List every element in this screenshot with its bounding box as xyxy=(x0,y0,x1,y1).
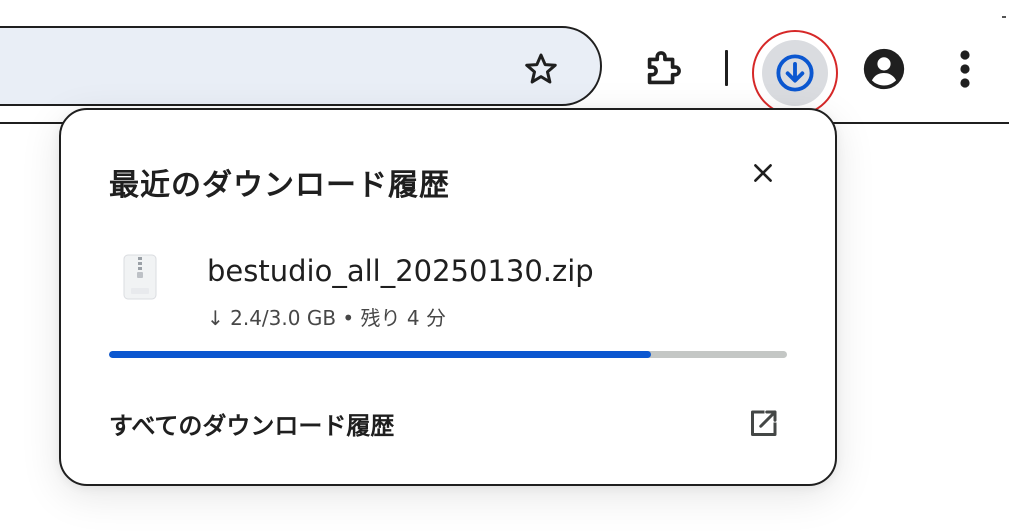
download-status: ↓ 2.4/3.0 GB • 残り 4 分 xyxy=(207,306,446,330)
close-icon xyxy=(754,164,772,182)
all-downloads-link[interactable]: すべてのダウンロード履歴 xyxy=(109,406,394,441)
downloads-button[interactable] xyxy=(752,30,838,116)
downloads-button-background xyxy=(762,40,828,106)
close-button[interactable] xyxy=(745,155,781,191)
star-icon[interactable] xyxy=(522,50,560,88)
download-progress-fill xyxy=(109,351,652,358)
zip-file-icon xyxy=(123,254,157,300)
kebab-menu-icon[interactable] xyxy=(954,48,976,90)
window-corner-mark xyxy=(1002,16,1006,18)
popup-title: 最近のダウンロード履歴 xyxy=(109,168,450,203)
puzzle-icon[interactable] xyxy=(640,46,686,92)
address-bar[interactable] xyxy=(0,26,602,106)
browser-window: 最近のダウンロード履歴 bestudio_all_20250130.zip ↓ … xyxy=(0,0,1009,532)
toolbar-separator xyxy=(725,50,728,86)
open-in-new-icon[interactable] xyxy=(745,406,781,442)
download-file-name[interactable]: bestudio_all_20250130.zip xyxy=(207,254,594,288)
download-icon xyxy=(776,54,814,92)
download-progress-bar xyxy=(109,351,787,358)
browser-toolbar xyxy=(0,0,1009,124)
account-icon[interactable] xyxy=(862,47,906,91)
downloads-popup: 最近のダウンロード履歴 bestudio_all_20250130.zip ↓ … xyxy=(59,108,837,486)
